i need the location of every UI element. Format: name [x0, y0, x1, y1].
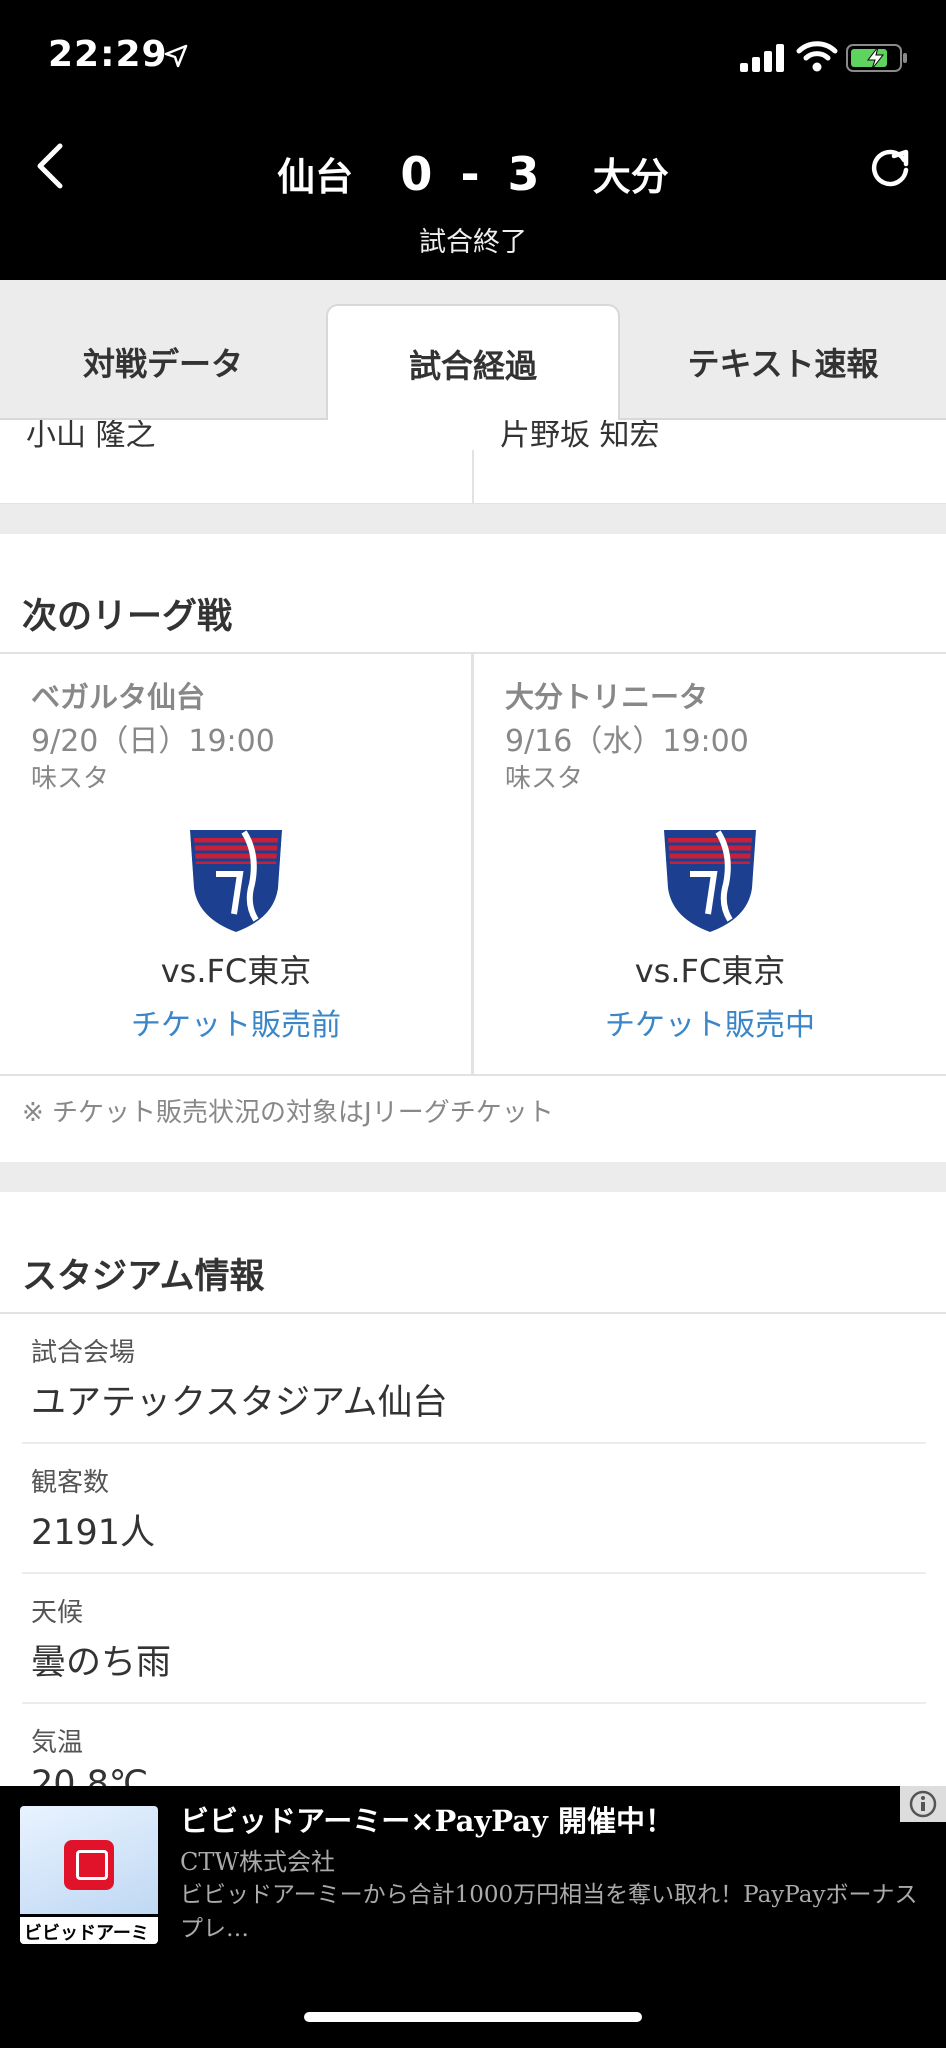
card-opponent: vs.FC東京	[634, 952, 786, 990]
ad-title[interactable]: ビビッドアーミー×PayPay 開催中！	[180, 1798, 674, 1840]
ad-thumb-logo-text: ビビッドアーミー	[24, 1923, 149, 1944]
divider	[0, 1074, 946, 1076]
home-manager: 小山 隆之	[26, 420, 156, 453]
cellular-signal-icon	[740, 44, 784, 72]
next-match-card-away[interactable]: 大分トリニータ 9/16（水）19:00 味スタ vs.FC東京 チケット販売中	[474, 654, 946, 1074]
paypay-logo-icon	[64, 1840, 114, 1890]
section-gap	[0, 504, 946, 534]
away-team: 大分	[592, 155, 669, 199]
info-label: 天候	[31, 1598, 84, 1628]
match-status: 試合終了	[419, 227, 527, 258]
tab-match-progress[interactable]: 試合経過	[326, 304, 620, 422]
info-value: 曇のち雨	[31, 1643, 172, 1683]
card-team-name: 大分トリニータ	[505, 680, 709, 714]
ad-info-icon[interactable]	[900, 1786, 946, 1822]
scoreline: 仙台 0 - 3 大分	[0, 146, 946, 201]
battery-charging-icon	[846, 44, 907, 72]
stadium-info-title: スタジアム情報	[22, 1257, 265, 1297]
info-value: ユアテックスタジアム仙台	[31, 1383, 448, 1423]
divider	[472, 450, 474, 503]
match-header: 22:29 仙台 0 - 3 大分 試合終了	[0, 0, 946, 280]
score: 0 - 3	[400, 146, 546, 201]
fc-tokyo-crest-icon	[664, 830, 756, 932]
info-attendance: 観客数 2191人	[0, 1444, 946, 1574]
home-indicator	[304, 2012, 642, 2022]
status-time: 22:29	[48, 34, 168, 75]
refresh-icon[interactable]	[866, 144, 914, 192]
next-match-card-home[interactable]: ベガルタ仙台 9/20（日）19:00 味スタ vs.FC東京 チケット販売前	[0, 654, 472, 1074]
fc-tokyo-crest-icon	[190, 830, 282, 932]
ad-body: ビビッドアーミーから合計1000万円相当を奪い取れ！PayPayボーナスプレ…	[180, 1882, 918, 1942]
card-opponent: vs.FC東京	[160, 952, 312, 990]
card-venue: 味スタ	[31, 764, 110, 794]
away-manager: 片野坂 知宏	[500, 420, 660, 453]
info-value: 2191人	[31, 1513, 156, 1553]
info-label: 気温	[31, 1728, 84, 1758]
card-venue: 味スタ	[505, 764, 584, 794]
home-team: 仙台	[277, 155, 354, 199]
ad-thumbnail[interactable]: ビビッドアーミー	[20, 1806, 158, 1944]
section-gap	[0, 1162, 946, 1192]
tab-matchup-data[interactable]: 対戦データ	[0, 304, 326, 420]
ticket-status-link[interactable]: チケット販売中	[474, 1000, 946, 1044]
location-arrow-icon	[164, 44, 188, 68]
info-label: 観客数	[31, 1468, 110, 1498]
manager-row: 小山 隆之 片野坂 知宏	[0, 420, 946, 504]
card-datetime: 9/20（日）19:00	[31, 724, 275, 759]
ad-banner[interactable]: ビビッドアーミー ビビッドアーミー×PayPay 開催中！ CTW株式会社 ビビ…	[0, 1786, 946, 2048]
info-venue: 試合会場 ユアテックスタジアム仙台	[0, 1314, 946, 1444]
wifi-icon	[796, 41, 838, 72]
tab-text-live[interactable]: テキスト速報	[620, 304, 946, 420]
ticket-status-link[interactable]: チケット販売前	[0, 1000, 472, 1044]
card-team-name: ベガルタ仙台	[31, 680, 206, 714]
card-datetime: 9/16（水）19:00	[505, 724, 749, 759]
ticket-note: ※ チケット販売状況の対象はJリーグチケット	[22, 1098, 554, 1128]
ad-sponsor: CTW株式会社	[180, 1848, 336, 1876]
info-label: 試合会場	[31, 1338, 136, 1368]
info-weather: 天候 曇のち雨	[0, 1574, 946, 1704]
next-league-title: 次のリーグ戦	[22, 597, 233, 637]
tab-bar: 対戦データ 試合経過 テキスト速報	[0, 280, 946, 422]
